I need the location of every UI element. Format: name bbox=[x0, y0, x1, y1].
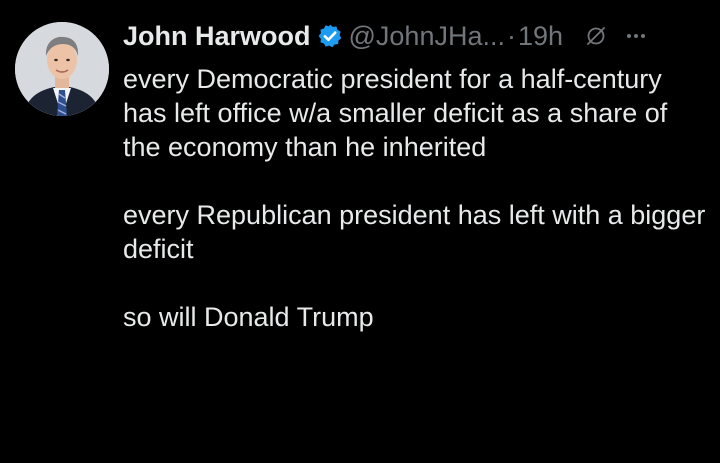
timestamp[interactable]: 19h bbox=[518, 18, 563, 54]
tweet-card[interactable]: John Harwood @JohnJHa... · 19h every Dem… bbox=[0, 0, 720, 463]
tweet-header: John Harwood @JohnJHa... · 19h bbox=[123, 18, 649, 54]
author-name[interactable]: John Harwood bbox=[123, 18, 311, 54]
tweet-paragraph: every Democratic president for a half-ce… bbox=[123, 64, 668, 162]
grok-icon[interactable] bbox=[585, 25, 607, 47]
separator-dot: · bbox=[506, 21, 516, 51]
author-handle[interactable]: @JohnJHa... bbox=[349, 18, 505, 54]
avatar-photo bbox=[15, 22, 109, 116]
tweet-text: every Democratic president for a half-ce… bbox=[123, 62, 708, 334]
tweet-paragraph: every Republican president has left with… bbox=[123, 200, 706, 264]
avatar[interactable] bbox=[15, 22, 109, 116]
more-options-icon[interactable] bbox=[623, 23, 649, 49]
tweet-paragraph: so will Donald Trump bbox=[123, 302, 374, 332]
verified-badge-icon[interactable] bbox=[317, 23, 343, 49]
